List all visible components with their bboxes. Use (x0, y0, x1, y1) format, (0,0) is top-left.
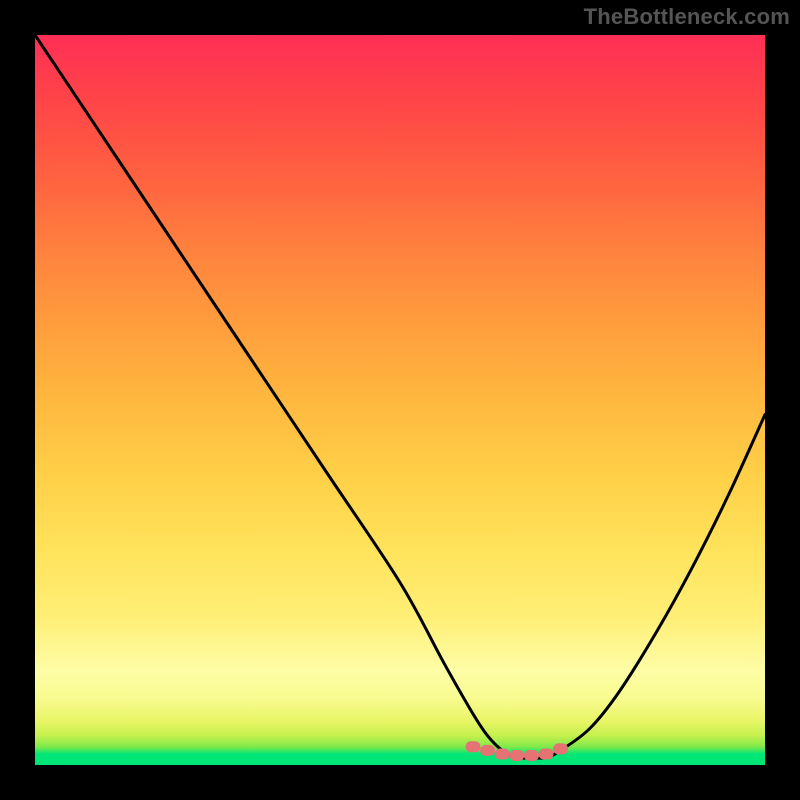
optimal-marker (524, 751, 538, 761)
optimal-marker (554, 744, 568, 754)
bottleneck-curve-svg (35, 35, 765, 765)
bottleneck-curve (35, 35, 765, 758)
optimal-marker (495, 749, 509, 759)
optimal-marker (510, 751, 524, 761)
chart-frame: TheBottleneck.com (0, 0, 800, 800)
optimal-range-markers (466, 742, 568, 761)
plot-area (35, 35, 765, 765)
watermark-text: TheBottleneck.com (584, 4, 790, 30)
optimal-marker (539, 749, 553, 759)
optimal-marker (466, 742, 480, 752)
optimal-marker (481, 745, 495, 755)
